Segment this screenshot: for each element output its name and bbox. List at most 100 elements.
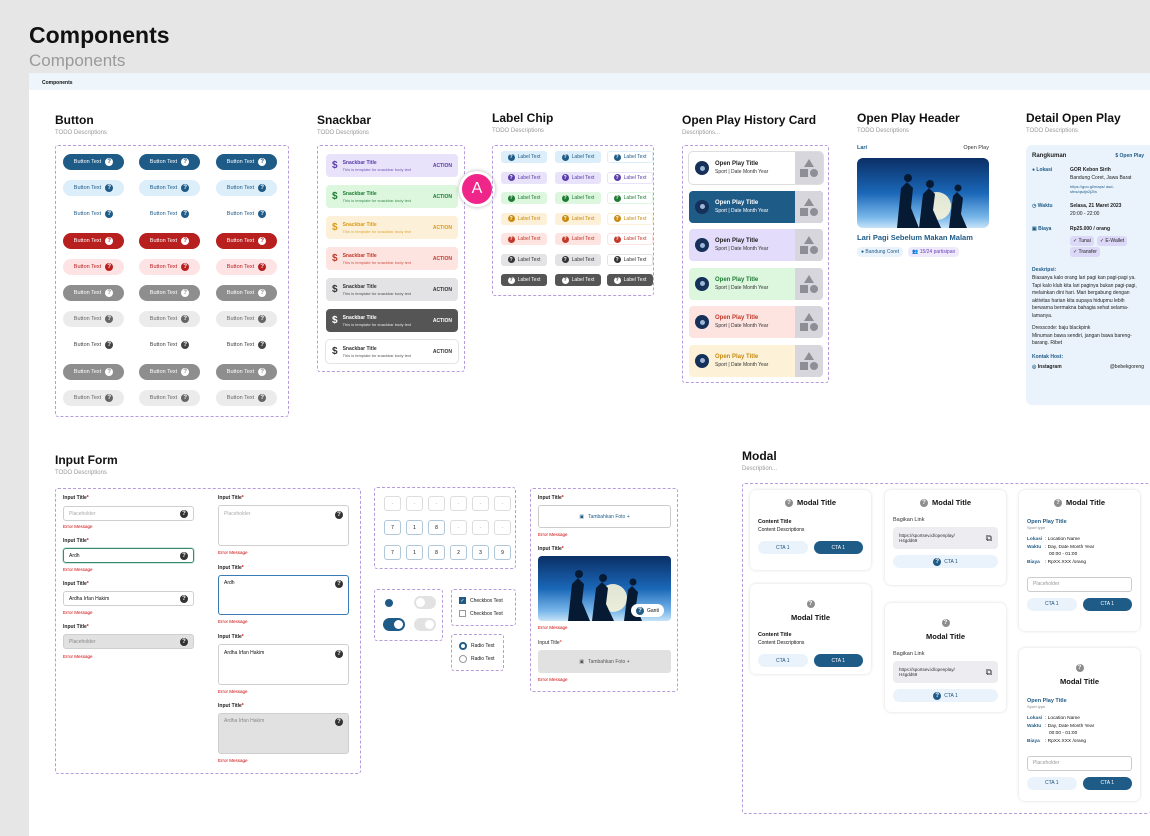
button-text-button[interactable]: Button Text? [216, 206, 277, 223]
snackbar-action-button[interactable]: ACTION [433, 194, 452, 200]
otp-cell[interactable]: 8 [428, 520, 445, 535]
page-title: Components [29, 22, 170, 48]
button-text-button[interactable]: Button Text? [63, 206, 124, 223]
button-text-button[interactable]: Button Text? [216, 154, 277, 170]
history-card[interactable]: Open Play Title Sport | Date Month Year [689, 267, 823, 300]
lokasi-maps-link[interactable]: https://goo.gl/maps/ asd-sfns/qsdjn2j2fa [1070, 184, 1130, 194]
button-text-button[interactable]: Button Text? [139, 337, 200, 354]
copy-icon[interactable]: ⧉ [986, 533, 992, 544]
cta-primary-button[interactable]: CTA 1 [1082, 776, 1132, 790]
cta-primary-button[interactable]: CTA 1 [1082, 597, 1132, 611]
snackbar-action-button[interactable]: ACTION [433, 349, 452, 355]
otp-cell-filled[interactable]: 9 [494, 545, 511, 560]
button-text-button[interactable]: Button Text? [139, 232, 200, 249]
cta-secondary-button[interactable]: CTA 1 [758, 541, 808, 554]
otp-cell[interactable]: - [450, 520, 467, 535]
button-text-button[interactable]: Button Text? [216, 180, 277, 197]
cta-primary-button[interactable]: CTA 1 [813, 654, 863, 667]
cta-primary-button[interactable]: CTA 1 [813, 541, 863, 554]
snackbar-action-button[interactable]: ACTION [433, 225, 452, 231]
button-text-button[interactable]: Button Text? [63, 311, 124, 328]
toggle-off-small[interactable] [383, 596, 405, 609]
button-text-button[interactable]: Button Text? [63, 232, 124, 249]
snackbar: $ Snackbar Title This is template for snac… [326, 278, 458, 301]
textarea-focused[interactable]: Ardh? [218, 575, 349, 615]
label-chip: ? Label Text [555, 212, 601, 225]
avatar[interactable]: A [459, 171, 495, 207]
otp-cell[interactable]: 7 [384, 520, 401, 535]
button-text-button[interactable]: Button Text? [216, 363, 277, 380]
button-text-button[interactable]: Button Text? [139, 285, 200, 301]
button-text-button[interactable]: Button Text? [216, 285, 277, 301]
instagram-handle[interactable]: @bebekgoreng [1110, 364, 1144, 370]
placeholder-input[interactable]: Placeholder [1027, 755, 1132, 771]
otp-cell[interactable]: 1 [406, 520, 423, 535]
cta-secondary-button[interactable]: CTA 1 [758, 654, 808, 667]
history-card-subtitle: Sport | Date Month Year [715, 284, 769, 291]
cta-secondary-button[interactable]: CTA 1 [1027, 597, 1077, 611]
button-text-button[interactable]: Button Text? [216, 389, 277, 406]
radio-selected[interactable]: Radio Text [459, 642, 495, 650]
otp-cell-filled[interactable]: 8 [428, 545, 445, 560]
button-text-button[interactable]: Button Text? [139, 206, 200, 223]
button-text-button[interactable]: Button Text? [139, 180, 200, 197]
button-section-header: Button TODO Descriptions [55, 113, 107, 136]
otp-cell-empty[interactable]: - [472, 496, 489, 511]
otp-cell-filled[interactable]: 1 [406, 545, 423, 560]
placeholder-input[interactable]: Placeholder [1027, 576, 1132, 592]
triangle-shape [804, 159, 814, 167]
chip-label: Label Text [517, 154, 541, 160]
button-text-button[interactable]: Button Text? [139, 258, 200, 275]
history-card[interactable]: Open Play Title Sport | Date Month Year [689, 190, 823, 223]
add-photo-button[interactable]: ▣ Tambahkan Foto + [538, 505, 671, 528]
otp-cell-filled[interactable]: 3 [472, 545, 489, 560]
button-text-button[interactable]: Button Text? [216, 258, 277, 275]
textarea-empty[interactable]: Placeholder? [218, 505, 349, 546]
otp-cell[interactable]: - [494, 520, 511, 535]
button-text-button[interactable]: Button Text? [216, 311, 277, 328]
button-text-button[interactable]: Button Text? [139, 311, 200, 328]
history-card[interactable]: Open Play Title Sport | Date Month Year [689, 229, 823, 261]
button-text-button[interactable]: Button Text? [63, 258, 124, 275]
button-text-button[interactable]: Button Text? [63, 389, 124, 406]
toggle-on[interactable] [383, 618, 405, 631]
input-field-empty[interactable]: Placeholder? [63, 506, 194, 521]
button-text-button[interactable]: Button Text? [63, 337, 124, 354]
otp-cell-empty[interactable]: - [450, 496, 467, 511]
button-text-button[interactable]: Button Text? [216, 232, 277, 249]
otp-cell-empty[interactable]: - [406, 496, 423, 511]
button-text-button[interactable]: Button Text? [139, 389, 200, 406]
history-card[interactable]: Open Play Title Sport | Date Month Year [689, 306, 823, 338]
snackbar-action-button[interactable]: ACTION [433, 256, 452, 262]
input-field-filled[interactable]: Ardha Irfan Hakim? [63, 591, 194, 606]
otp-cell-filled[interactable]: 7 [384, 545, 401, 560]
ganti-photo-button[interactable]: ? Ganti [631, 604, 664, 617]
button-text-button[interactable]: Button Text? [139, 154, 200, 170]
button-text-button[interactable]: Button Text? [63, 363, 124, 380]
checkbox-unchecked[interactable]: Checkbox Text [459, 610, 503, 617]
otp-cell[interactable]: - [472, 520, 489, 535]
otp-cell-empty[interactable]: - [428, 496, 445, 511]
radio-unselected[interactable]: Radio Text [459, 655, 495, 663]
button-text-button[interactable]: Button Text? [63, 180, 124, 197]
button-text-button[interactable]: Button Text? [63, 154, 124, 170]
history-card[interactable]: Open Play Title Sport | Date Month Year [689, 152, 823, 184]
button-text-button[interactable]: Button Text? [63, 285, 124, 301]
copy-icon[interactable]: ⧉ [986, 667, 992, 678]
checkbox-checked[interactable]: ✓ Checkbox Text [459, 597, 503, 604]
button-text-button[interactable]: Button Text? [216, 337, 277, 354]
history-card[interactable]: Open Play Title Sport | Date Month Year [689, 344, 823, 377]
textarea-filled[interactable]: Ardha Irfan Hakim? [218, 644, 349, 685]
cta-share-button[interactable]: ? CTA 1 [893, 555, 998, 568]
snackbar-action-button[interactable]: ACTION [433, 163, 452, 169]
snackbar-action-button[interactable]: ACTION [433, 287, 452, 293]
cta-share-button[interactable]: ? CTA 1 [893, 689, 998, 702]
otp-cell-empty[interactable]: - [384, 496, 401, 511]
otp-cell-empty[interactable]: - [494, 496, 511, 511]
button-label: Button Text [73, 316, 102, 323]
snackbar-action-button[interactable]: ACTION [433, 318, 452, 324]
button-text-button[interactable]: Button Text? [139, 363, 200, 380]
cta-secondary-button[interactable]: CTA 1 [1027, 776, 1077, 790]
input-field-focused[interactable]: Ardh? [63, 548, 194, 563]
otp-cell-filled[interactable]: 2 [450, 545, 467, 560]
